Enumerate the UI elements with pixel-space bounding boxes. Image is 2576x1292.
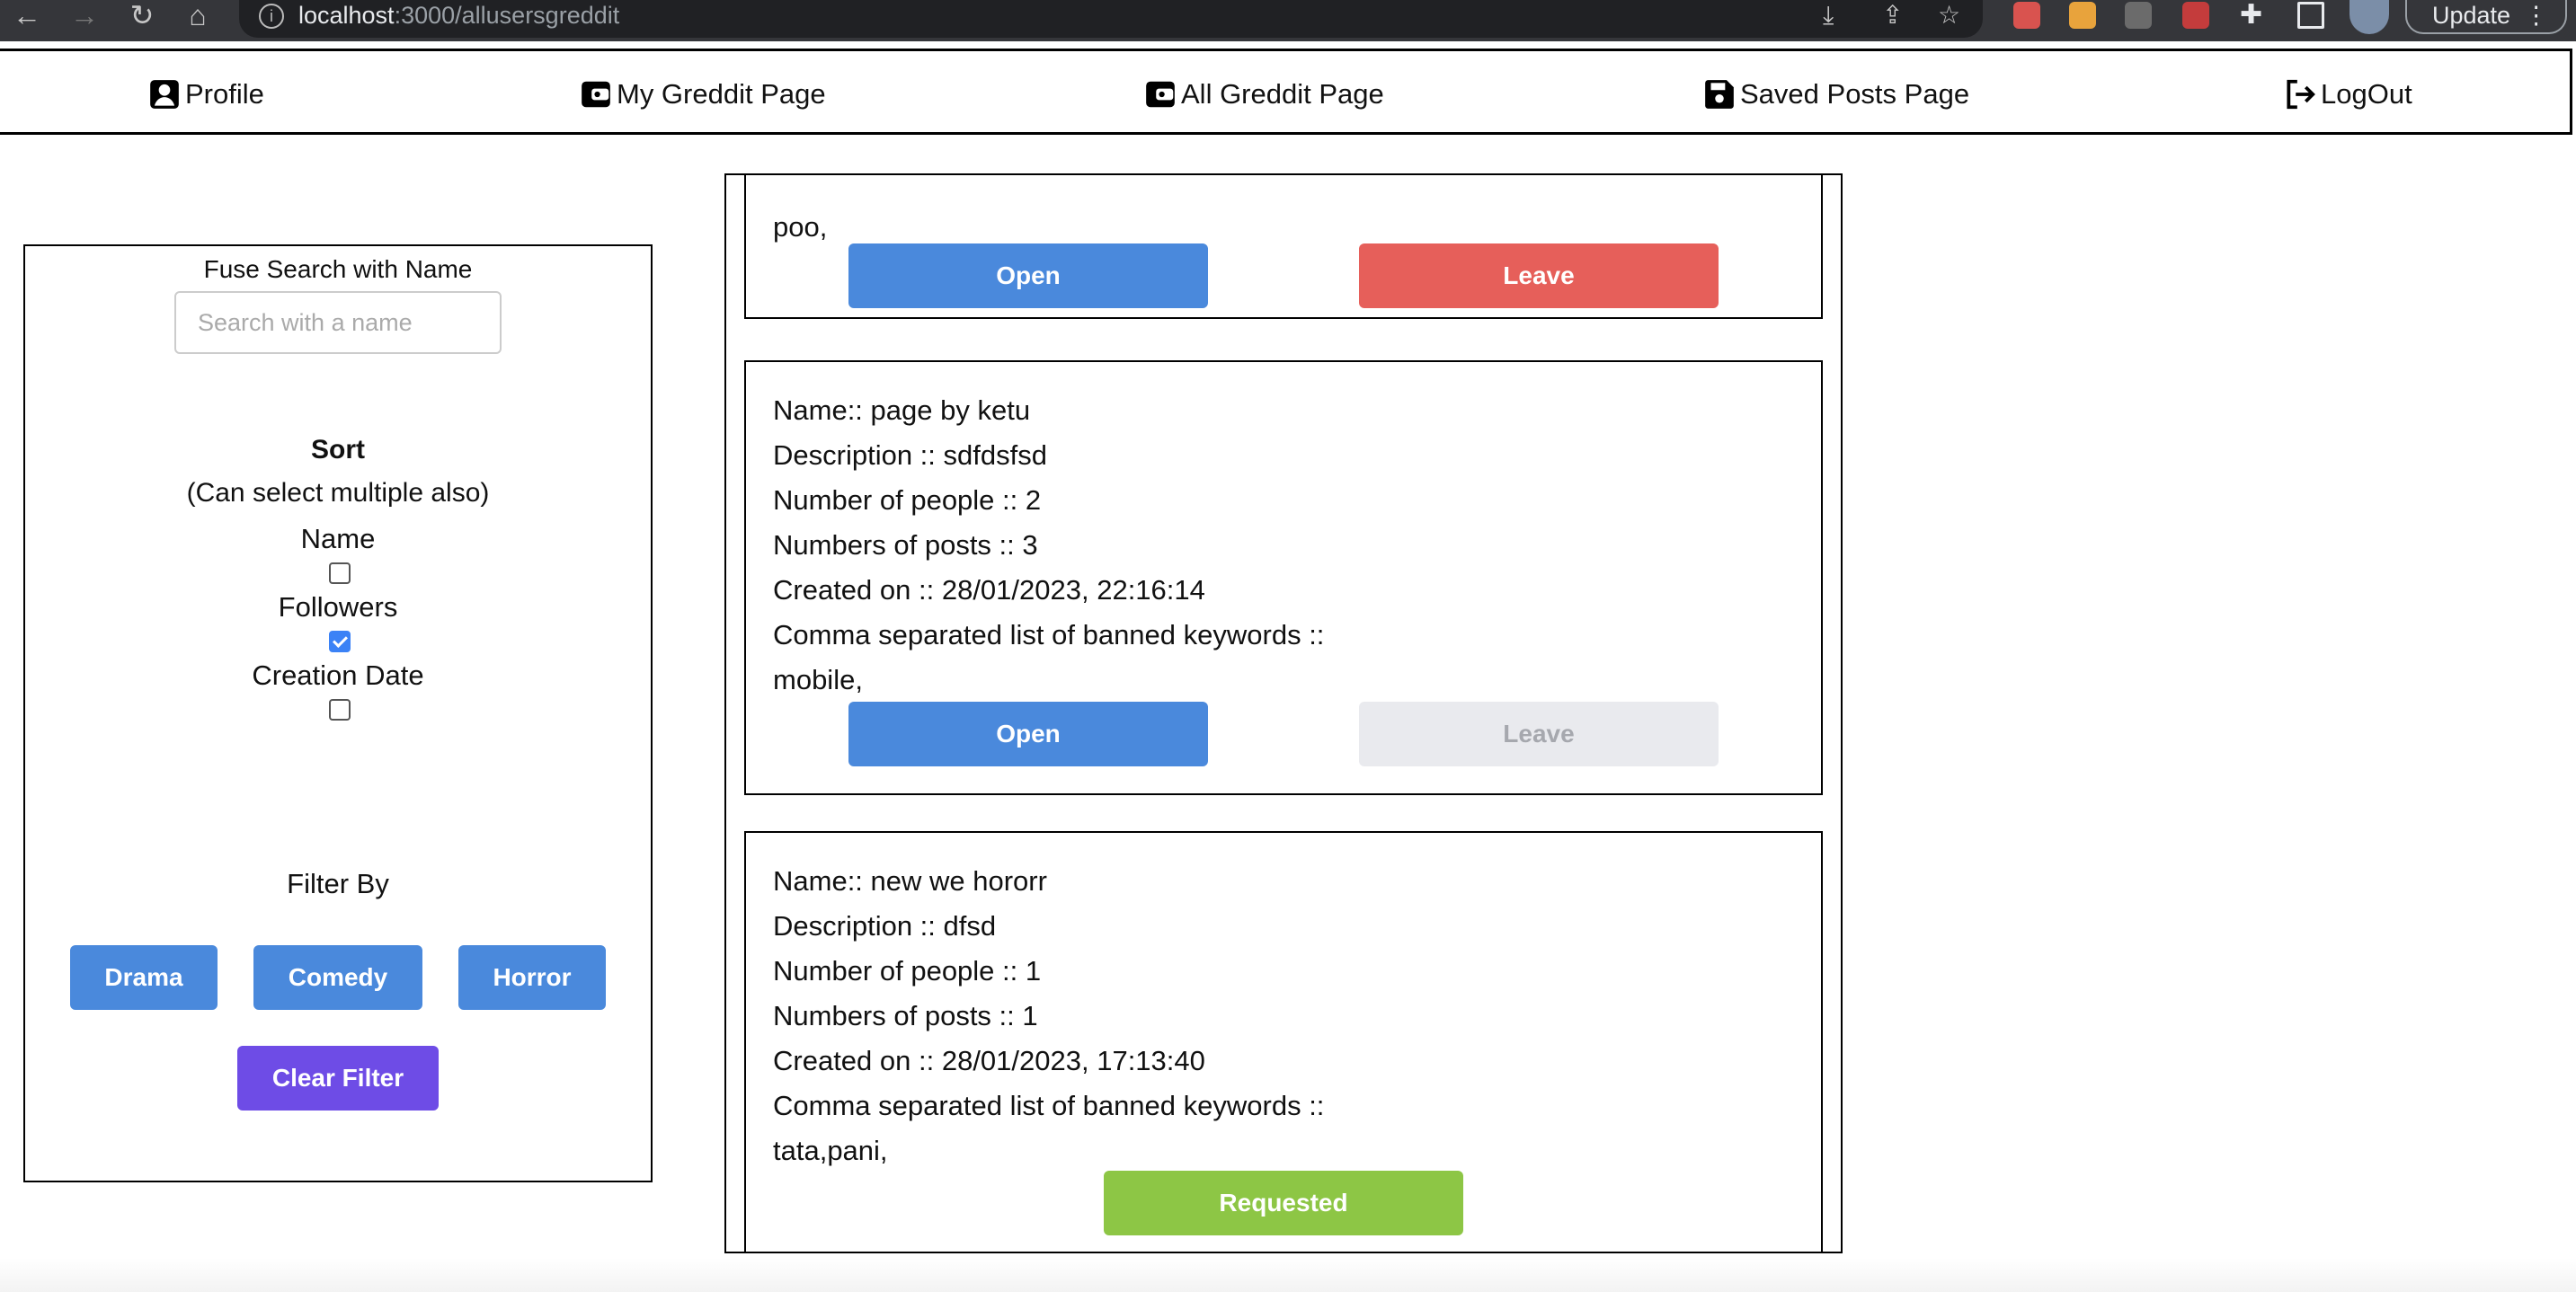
wallet-icon xyxy=(582,81,610,108)
subgreddit-card: Name:: new we hororr Description :: dfsd… xyxy=(744,831,1823,1252)
subgreddit-card: poo, Open Leave xyxy=(744,175,1823,319)
site-info-icon[interactable]: i xyxy=(259,4,284,29)
subgreddit-card: Name:: page by ketu Description :: sdfds… xyxy=(744,360,1823,795)
filter-sidebar: Fuse Search with Name Sort (Can select m… xyxy=(23,244,653,1182)
card-banned-keywords-label: Comma separated list of banned keywords … xyxy=(773,619,1325,650)
card-people-count: Number of people :: 2 xyxy=(773,484,1042,516)
card-name: Name:: new we hororr xyxy=(773,865,1047,897)
card-name: Name:: page by ketu xyxy=(773,394,1031,426)
card-created-on: Created on :: 28/01/2023, 22:16:14 xyxy=(773,574,1205,606)
leave-button-disabled: Leave xyxy=(1359,702,1719,766)
sort-option-followers-label: Followers xyxy=(278,591,398,623)
nav-saved-posts[interactable]: Saved Posts Page xyxy=(1702,51,1969,137)
sort-option-creation-date-label: Creation Date xyxy=(252,659,424,691)
sort-subtitle: (Can select multiple also) xyxy=(186,478,490,508)
update-button[interactable]: Update ⋮ xyxy=(2405,0,2567,34)
url-text[interactable]: localhost:3000/allusersgreddit xyxy=(298,2,619,30)
card-banned-keywords: tata,pani, xyxy=(773,1135,888,1166)
subgreddit-list[interactable]: poo, Open Leave Name:: page by ketu Desc… xyxy=(724,173,1843,1253)
browser-toolbar: ← → ↻ ⌂ i localhost:3000/allusersgreddit… xyxy=(0,0,2576,41)
card-banned-keywords: mobile, xyxy=(773,664,863,695)
share-icon[interactable]: ⇪ xyxy=(1882,0,1903,31)
card-people-count: Number of people :: 1 xyxy=(773,955,1042,987)
sort-name-checkbox[interactable] xyxy=(329,562,351,584)
search-label: Fuse Search with Name xyxy=(203,255,473,283)
extension-icon[interactable] xyxy=(2013,2,2040,29)
open-button[interactable]: Open xyxy=(848,243,1208,308)
sort-title: Sort xyxy=(311,435,365,465)
filter-drama-button[interactable]: Drama xyxy=(70,945,218,1010)
leave-button[interactable]: Leave xyxy=(1359,243,1719,308)
install-icon[interactable]: ⤓ xyxy=(1823,0,1834,31)
card-banned-keywords-label: Comma separated list of banned keywords … xyxy=(773,1090,1325,1121)
profile-avatar[interactable] xyxy=(2349,0,2389,34)
card-posts-count: Numbers of posts :: 3 xyxy=(773,529,1038,561)
side-panel-icon[interactable] xyxy=(2297,2,2324,29)
clear-filter-button[interactable]: Clear Filter xyxy=(237,1046,439,1111)
page-bottom-shadow xyxy=(0,1258,2576,1292)
bookmark-star-icon[interactable]: ☆ xyxy=(1938,0,1960,31)
requested-button[interactable]: Requested xyxy=(1104,1171,1463,1235)
back-arrow-icon[interactable]: ← xyxy=(7,0,47,36)
address-bar[interactable]: i localhost:3000/allusersgreddit ⤓ ⇪ ☆ xyxy=(239,0,1983,38)
wallet-icon xyxy=(1146,81,1175,108)
card-banned-keywords: poo, xyxy=(773,211,828,243)
reload-icon[interactable]: ↻ xyxy=(122,0,162,36)
filter-comedy-button[interactable]: Comedy xyxy=(253,945,422,1010)
nav-profile-label[interactable]: Profile xyxy=(185,78,264,111)
extension-icon[interactable] xyxy=(2182,2,2209,29)
sort-option-name-label: Name xyxy=(300,523,376,554)
search-input[interactable] xyxy=(174,291,502,354)
nav-all-greddit[interactable]: All Greddit Page xyxy=(1143,51,1384,137)
card-created-on: Created on :: 28/01/2023, 17:13:40 xyxy=(773,1045,1205,1076)
nav-my-greddit[interactable]: My Greddit Page xyxy=(579,51,826,137)
user-icon xyxy=(150,80,179,109)
save-disk-icon xyxy=(1705,80,1734,109)
extension-icon[interactable] xyxy=(2125,2,2152,29)
pen-extension-icon[interactable] xyxy=(2069,2,2096,29)
home-icon[interactable]: ⌂ xyxy=(178,0,218,36)
puzzle-extensions-icon[interactable]: ✚ xyxy=(2240,2,2267,29)
nav-all-greddit-label[interactable]: All Greddit Page xyxy=(1181,78,1384,111)
nav-logout-label[interactable]: LogOut xyxy=(2321,78,2412,111)
card-posts-count: Numbers of posts :: 1 xyxy=(773,1000,1038,1031)
nav-logout[interactable]: LogOut xyxy=(2283,51,2412,137)
open-button[interactable]: Open xyxy=(848,702,1208,766)
sort-followers-checkbox[interactable] xyxy=(329,631,351,652)
sort-creation-date-checkbox[interactable] xyxy=(329,699,351,721)
forward-arrow-icon[interactable]: → xyxy=(65,0,104,36)
app-navbar: Profile My Greddit Page All Greddit Page… xyxy=(0,49,2572,135)
nav-my-greddit-label[interactable]: My Greddit Page xyxy=(617,78,826,111)
logout-icon xyxy=(2287,79,2315,110)
nav-saved-posts-label[interactable]: Saved Posts Page xyxy=(1740,78,1969,111)
card-description: Description :: sdfdsfsd xyxy=(773,439,1047,471)
filter-title: Filter By xyxy=(287,868,389,899)
nav-profile[interactable]: Profile xyxy=(147,51,264,137)
filter-horror-button[interactable]: Horror xyxy=(458,945,606,1010)
card-description: Description :: dfsd xyxy=(773,910,997,942)
